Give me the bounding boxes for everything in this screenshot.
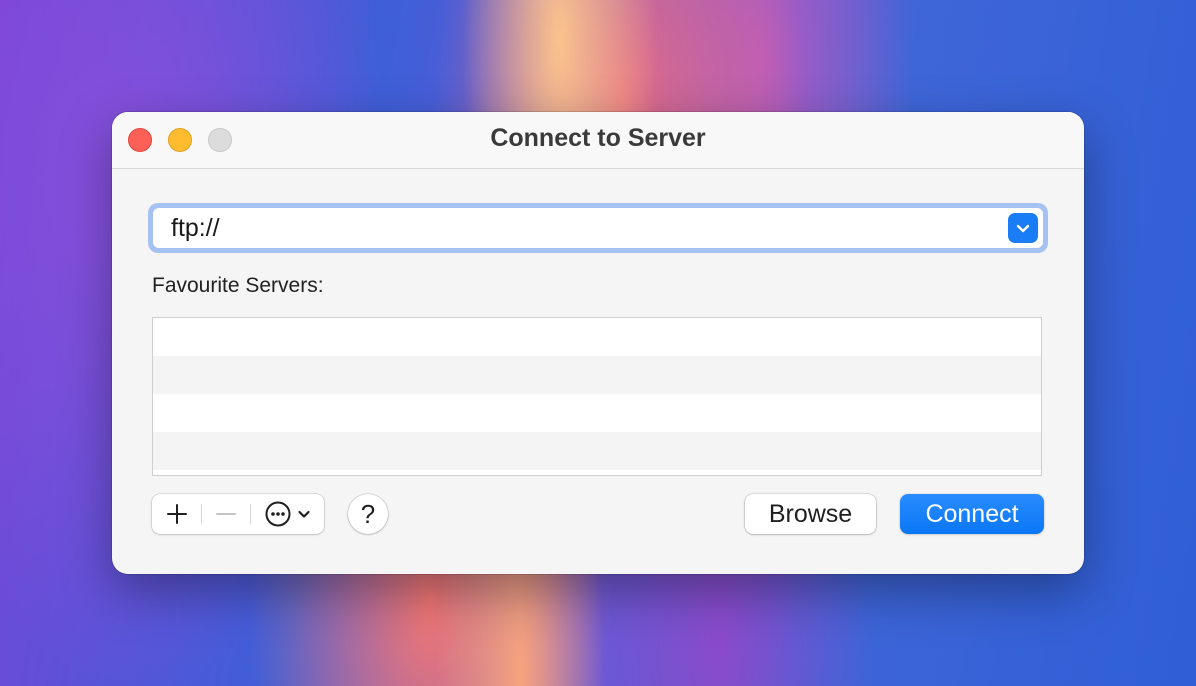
favourite-servers-list[interactable] [152, 317, 1042, 476]
favourites-action-segmented-control [152, 494, 324, 534]
connect-button[interactable]: Connect [900, 494, 1044, 534]
list-row-empty [153, 318, 1041, 356]
connect-to-server-window: Connect to Server Favourite Servers: [112, 112, 1084, 574]
list-row-empty [153, 470, 1041, 475]
chevron-down-icon [1016, 224, 1030, 233]
minus-icon [216, 513, 236, 515]
favourite-servers-label: Favourite Servers: [152, 274, 324, 297]
server-address-combobox[interactable] [153, 208, 1043, 248]
remove-favourite-button[interactable] [202, 494, 250, 534]
title-bar[interactable]: Connect to Server [112, 112, 1084, 169]
list-row-empty [153, 394, 1041, 432]
chevron-down-icon [297, 510, 310, 518]
browse-button[interactable]: Browse [745, 494, 876, 534]
server-address-input[interactable] [171, 208, 991, 248]
plus-icon [166, 504, 187, 524]
ellipsis-circle-icon [265, 501, 290, 527]
window-title: Connect to Server [490, 124, 706, 152]
help-button[interactable]: ? [348, 494, 388, 534]
address-history-dropdown-button[interactable] [1008, 213, 1038, 243]
list-row-empty [153, 356, 1041, 394]
list-row-empty [153, 432, 1041, 470]
more-actions-menu-button[interactable] [251, 494, 324, 534]
add-favourite-button[interactable] [152, 494, 201, 534]
